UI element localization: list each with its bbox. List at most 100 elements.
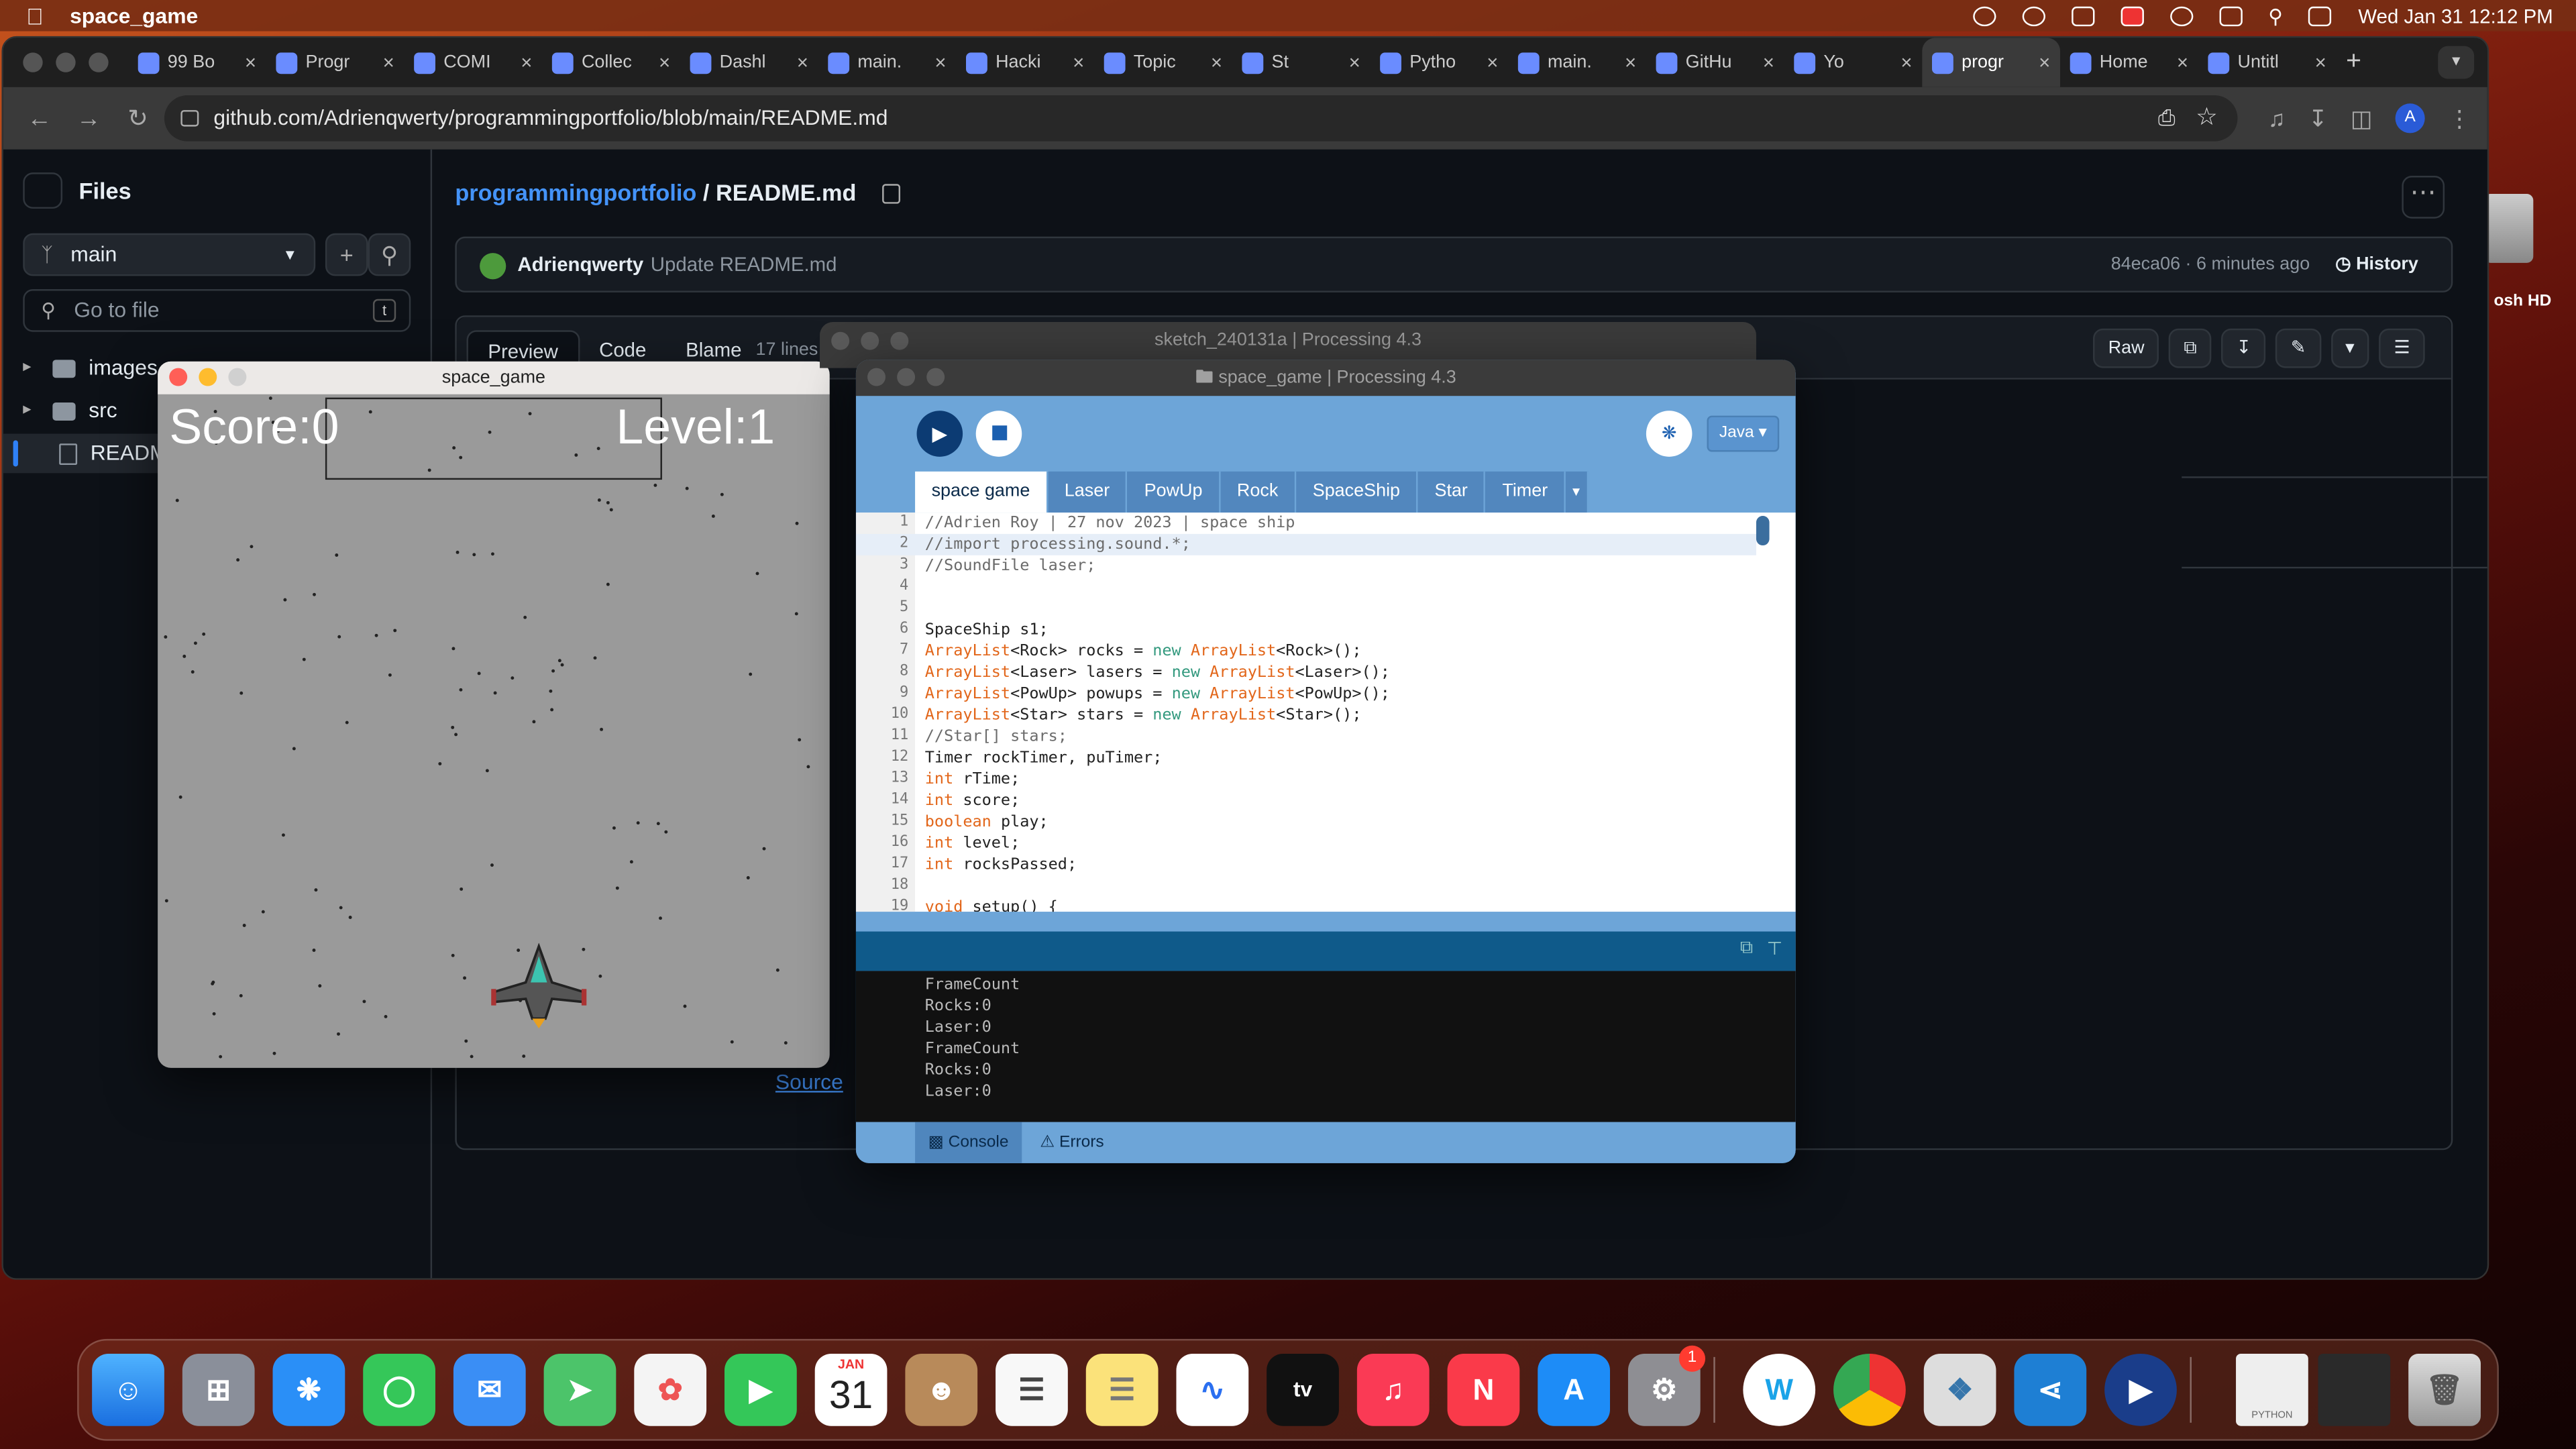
apple-icon[interactable]:  [26,3,44,29]
go-to-file-input[interactable]: ⚲ Go to file t [23,289,411,332]
chrome-icon[interactable] [1833,1353,1906,1426]
code-line[interactable]: 6 SpaceShip s1; [856,619,1756,641]
chevron-down-icon[interactable]: ▾ [2330,328,2369,368]
photos-icon[interactable]: ✿ [634,1353,707,1426]
reminders-icon[interactable]: ☰ [996,1353,1068,1426]
python-document-icon[interactable]: PYTHON [2236,1353,2308,1426]
code-line[interactable]: 17 int rocksPassed; [856,854,1756,875]
tabs-menu-button[interactable]: ▾ [1566,471,1589,513]
browser-tab[interactable]: Topic × [1094,38,1232,87]
commit-meta[interactable]: 84eca06 · 6 minutes ago [2111,238,2310,292]
outline-icon[interactable]: ☰ [2379,328,2425,368]
new-tab-button[interactable]: + [2336,38,2379,87]
code-line[interactable]: 2 //import processing.sound.*; [855,533,1756,555]
avatar[interactable] [480,253,506,280]
close-tab-icon[interactable]: × [1763,51,1774,74]
close-tab-icon[interactable]: × [2039,51,2050,74]
play-icon[interactable] [2169,5,2193,25]
tab-search-button[interactable]: ▾ [2438,46,2475,79]
tab-space-game[interactable]: space game [915,471,1049,513]
branch-selector[interactable]: ᛉ main ▼ [23,233,316,276]
zoom-window-button[interactable] [926,368,945,386]
music-icon[interactable]: ♫ [1356,1353,1430,1426]
code-line[interactable]: 11 //Star[] stars; [856,726,1756,747]
stop-button[interactable] [975,411,1022,457]
copy-console-icon[interactable]: ⧉ [1740,938,1753,959]
console-tab[interactable]: ▩ Console [915,1122,1022,1163]
media-icon[interactable]: ♫ [2268,105,2286,131]
code-line[interactable]: 3 //SoundFile laser; [856,555,1756,577]
minimize-window-button[interactable] [897,368,916,386]
processing-icon[interactable]: ▶ [2104,1353,2177,1426]
close-tab-icon[interactable]: × [521,51,532,74]
tab-spaceship[interactable]: SpaceShip [1296,471,1419,513]
copy-raw-icon[interactable]: ⧉ [2169,328,2212,368]
browser-tab[interactable]: Hacki × [956,38,1094,87]
copy-path-icon[interactable] [882,184,901,205]
menubar-app-name[interactable]: space_game [70,3,198,28]
errors-tab[interactable]: ⚠ Errors [1027,1122,1118,1163]
close-tab-icon[interactable]: × [1073,51,1084,74]
edit-file-icon[interactable]: ✎ [2275,328,2321,368]
run-button[interactable]: ▶ [916,411,963,457]
calendar-icon[interactable]: JAN 31 [814,1353,888,1426]
close-window-button[interactable] [831,331,850,350]
activity-icon[interactable] [2021,5,2045,25]
site-info-icon[interactable] [180,110,199,127]
tab-star[interactable]: Star [1418,471,1486,513]
notes-icon[interactable]: ☰ [1085,1353,1159,1426]
freeform-icon[interactable]: ∿ [1176,1353,1249,1426]
code-line[interactable]: 18 [856,875,1756,897]
browser-tab[interactable]: Untitl × [2198,38,2337,87]
close-tab-icon[interactable]: × [383,51,394,74]
launchpad-icon[interactable]: ⊞ [182,1353,255,1426]
collapse-panel-icon[interactable] [23,172,63,209]
close-tab-icon[interactable]: × [1900,51,1912,74]
close-tab-icon[interactable]: × [2315,51,2326,74]
install-app-icon[interactable]: ⎙ [2158,95,2175,142]
browser-tab[interactable]: Progr × [266,38,405,87]
browser-menu-icon[interactable]: ⋮ [2448,105,2471,133]
back-icon[interactable]: ← [26,105,52,133]
control-center-icon[interactable] [2308,5,2332,25]
messages-icon[interactable]: ◯ [363,1353,435,1426]
apple-tv-icon[interactable]: tv [1267,1353,1339,1426]
zoom-window-button[interactable] [228,368,247,386]
editor-scrollbar[interactable] [1756,515,1770,546]
system-settings-icon[interactable]: ⚙ 1 [1627,1345,1706,1426]
minimize-window-button[interactable] [199,368,217,386]
python-launcher-icon[interactable]: ❖ [1923,1353,1996,1426]
tab-laser[interactable]: Laser [1048,471,1128,513]
minimize-window-button[interactable] [56,52,76,72]
control-icon[interactable] [2071,5,2094,25]
screenshot-stack-icon[interactable] [2318,1353,2391,1426]
game-canvas[interactable]: Score:0 Level:1 [158,394,830,1068]
close-tab-icon[interactable]: × [245,51,256,74]
news-icon[interactable]: N [1447,1353,1520,1426]
mail-icon[interactable]: ✉ [453,1353,526,1426]
bookmark-star-icon[interactable]: ☆ [2196,95,2218,142]
close-tab-icon[interactable]: × [2177,51,2188,74]
history-button[interactable]: ◷ History [2335,238,2418,292]
close-tab-icon[interactable]: × [1625,51,1636,74]
tab-rock[interactable]: Rock [1220,471,1297,513]
minimize-window-button[interactable] [861,331,879,350]
search-files-button[interactable]: ⚲ [368,233,411,276]
browser-tab[interactable]: Yo × [1784,38,1923,87]
close-tab-icon[interactable]: × [797,51,808,74]
raw-button[interactable]: Raw [2093,328,2159,368]
search-icon[interactable]: ⚲ [2268,4,2283,27]
safari-icon[interactable]: ❋ [272,1353,345,1426]
code-line[interactable]: 12 Timer rockTimer, puTimer; [856,747,1756,769]
browser-tab[interactable]: main. × [818,38,957,87]
browser-tab[interactable]: 99 Bo × [128,38,266,87]
more-options-button[interactable]: ⋯ [2402,176,2445,219]
network-icon[interactable] [2218,5,2243,25]
code-line[interactable]: 15 boolean play; [856,812,1756,833]
code-line[interactable]: 5 [856,598,1756,619]
profile-avatar[interactable]: A [2395,103,2425,133]
commit-author[interactable]: Adrienqwerty [517,238,643,292]
browser-tab[interactable]: main. × [1508,38,1646,87]
debug-button[interactable]: ❋ [1646,411,1693,457]
menubar-clock[interactable]: Wed Jan 31 12:12 PM [2358,4,2553,27]
